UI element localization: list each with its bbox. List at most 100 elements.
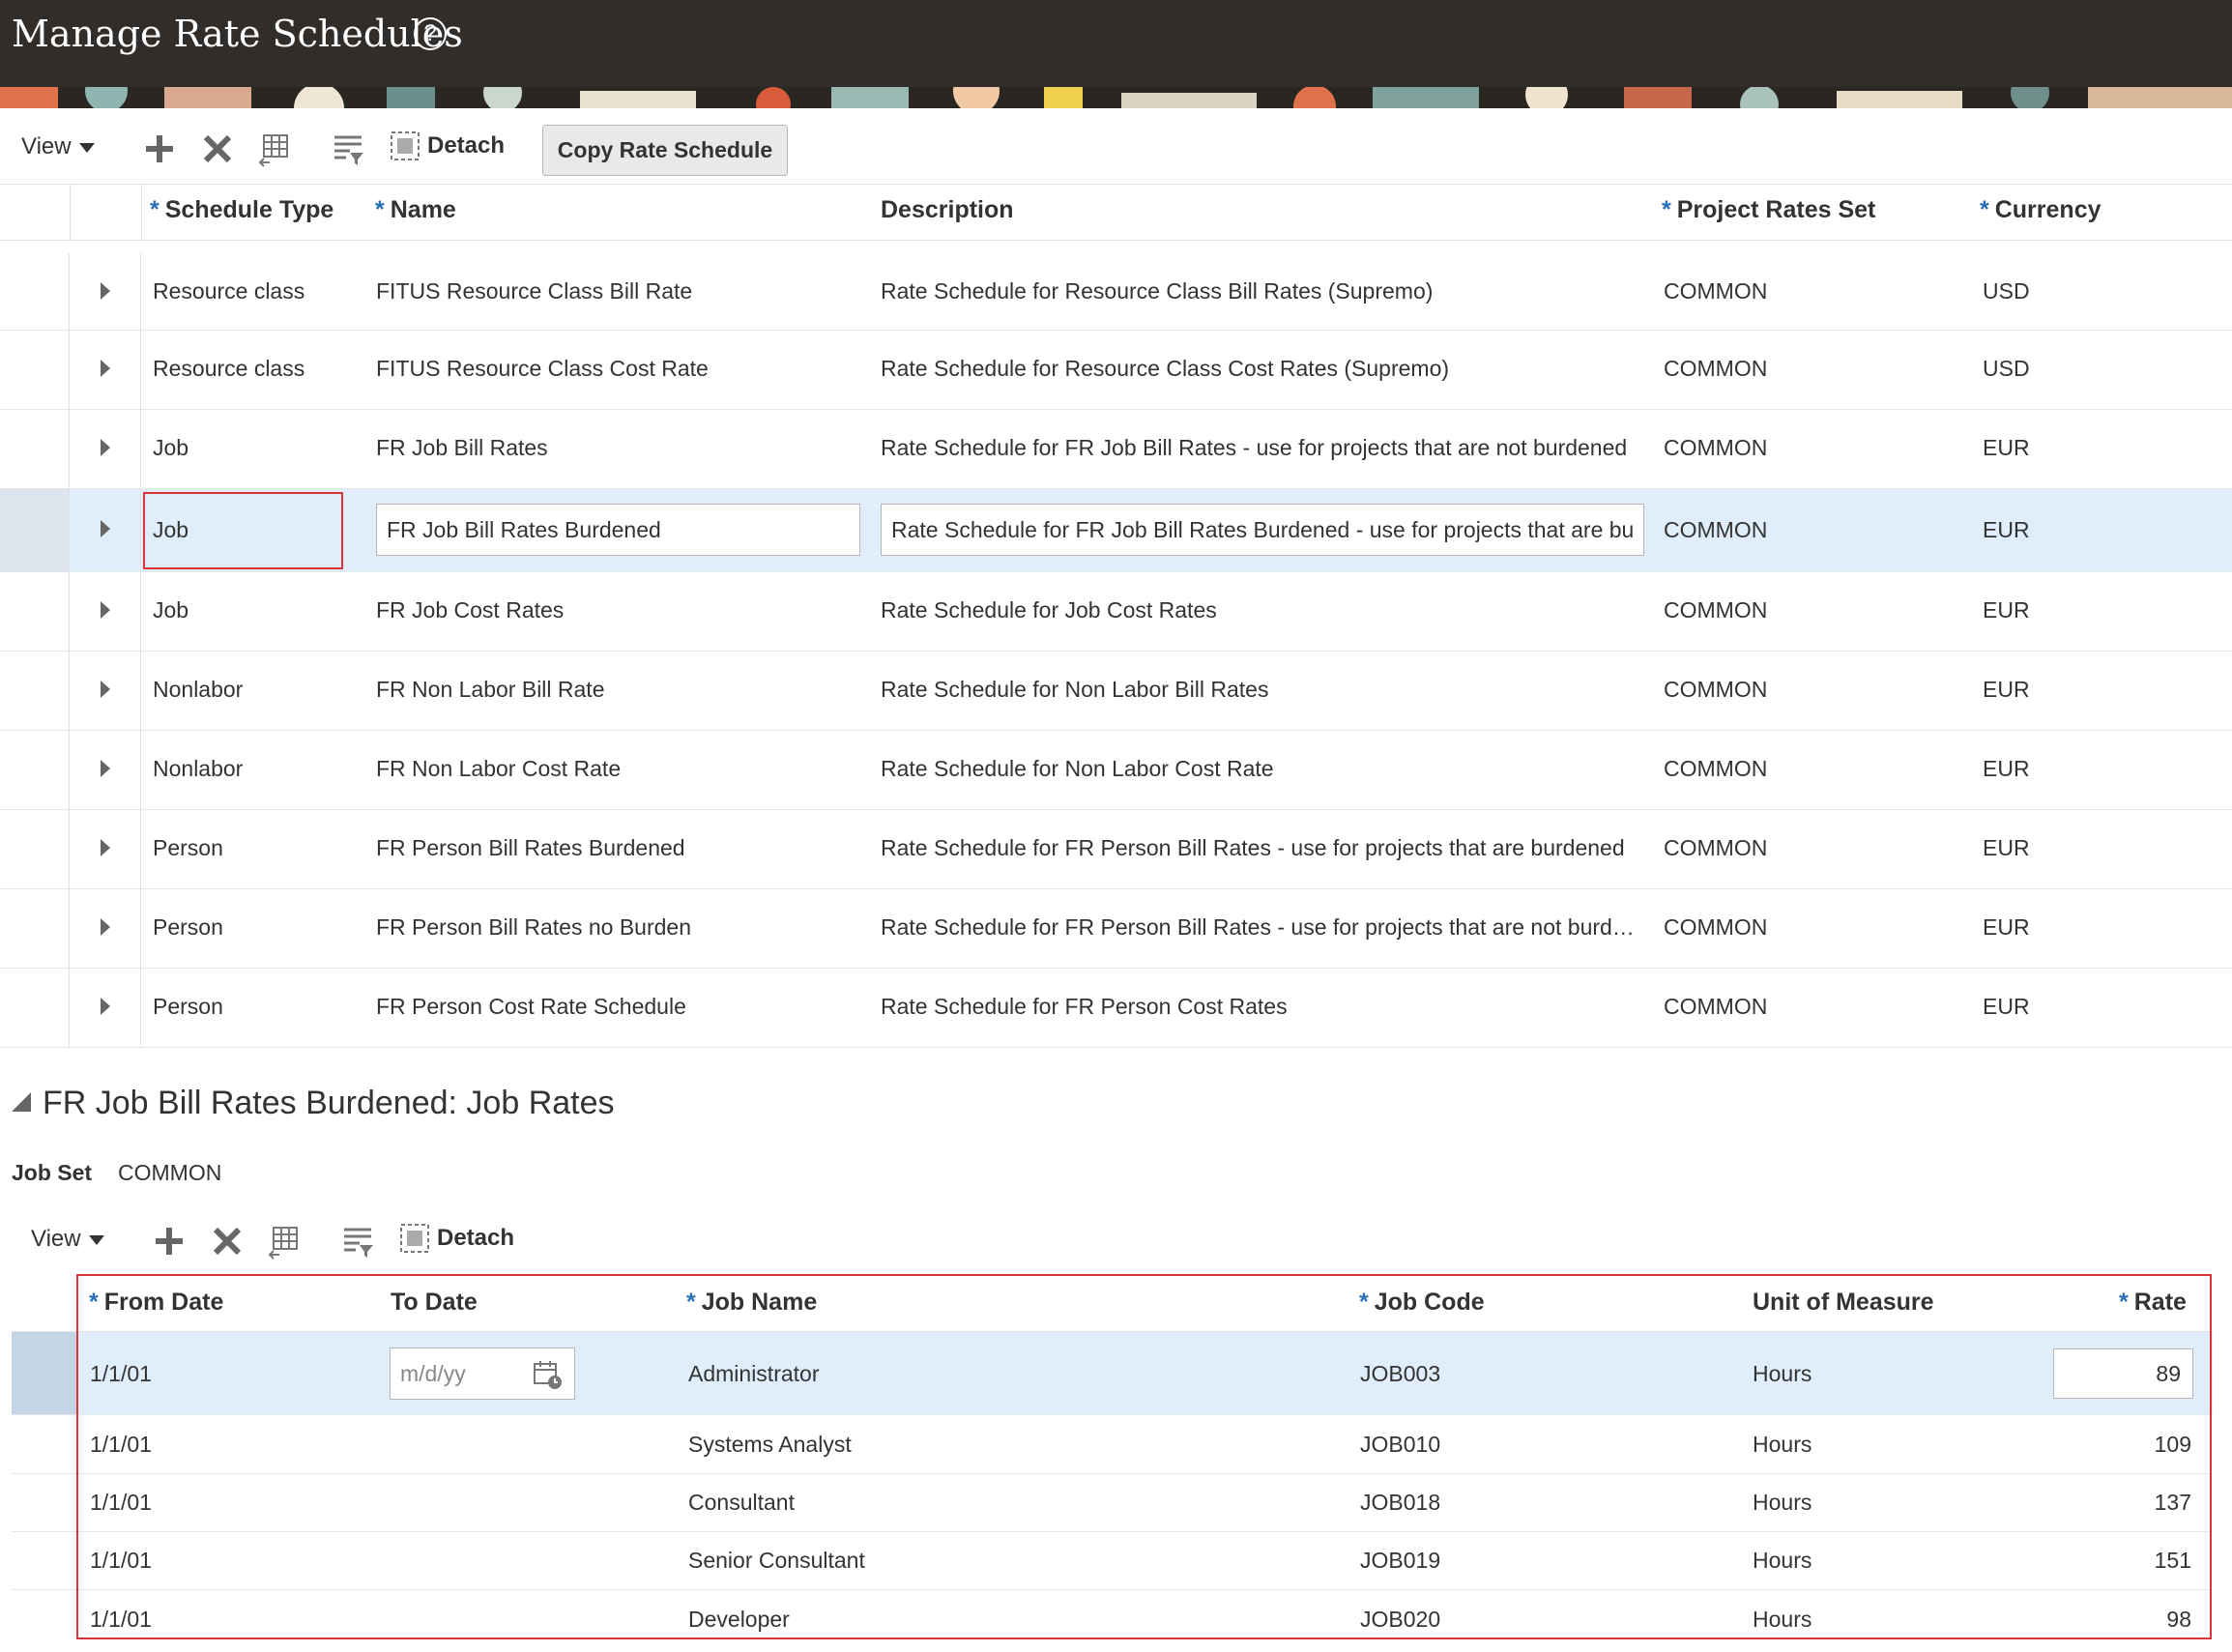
expand-row-icon[interactable] <box>101 439 110 456</box>
name-input[interactable]: FR Job Bill Rates Burdened <box>376 504 860 556</box>
expand-row-icon[interactable] <box>101 601 110 619</box>
currency-cell: EUR <box>1983 756 2030 781</box>
currency-cell: EUR <box>1983 677 2030 702</box>
job-rates-toolbar: View Detach <box>0 1214 2232 1268</box>
detach-button[interactable]: Detach <box>389 130 505 168</box>
currency-cell: EUR <box>1983 435 2030 460</box>
table-row[interactable]: Job FR Job Bill Rates Rate Schedule for … <box>0 410 2232 489</box>
collapse-triangle-icon[interactable] <box>12 1092 31 1112</box>
header-banner-decoration <box>0 87 2232 108</box>
column-header-project-rates-set[interactable]: * Project Rates Set <box>1662 196 1875 224</box>
rates-set-cell: COMMON <box>1664 278 1768 304</box>
description-cell: Rate Schedule for Job Cost Rates <box>881 597 1217 623</box>
schedule-type-cell: Job <box>153 597 189 623</box>
rates-set-cell: COMMON <box>1664 356 1768 381</box>
expand-row-icon[interactable] <box>101 839 110 856</box>
job-rates-section-header[interactable]: FR Job Bill Rates Burdened: Job Rates <box>12 1085 615 1122</box>
description-input[interactable]: Rate Schedule for FR Job Bill Rates Burd… <box>881 504 1644 556</box>
currency-cell: USD <box>1983 278 2030 304</box>
table-row[interactable]: Job FR Job Cost Rates Rate Schedule for … <box>0 572 2232 652</box>
add-icon[interactable] <box>150 1222 188 1261</box>
job-set-label: Job Set <box>12 1160 93 1185</box>
name-cell: FR Non Labor Bill Rate <box>376 677 605 702</box>
chevron-down-icon <box>78 142 95 153</box>
expand-row-icon[interactable] <box>101 520 110 537</box>
schedule-type-cell: Resource class <box>153 278 305 304</box>
schedule-type-cell: Job <box>153 435 189 460</box>
table-row[interactable]: Person FR Person Bill Rates Burdened Rat… <box>0 810 2232 889</box>
rates-set-cell: COMMON <box>1664 597 1768 623</box>
name-cell: FR Person Cost Rate Schedule <box>376 994 686 1019</box>
column-header-schedule-type[interactable]: * Schedule Type <box>150 196 333 224</box>
name-cell: FR Job Cost Rates <box>376 597 565 623</box>
table-row[interactable]: Resource class FITUS Resource Class Bill… <box>0 253 2232 331</box>
rates-set-cell: COMMON <box>1664 435 1768 460</box>
rates-set-cell: COMMON <box>1664 756 1768 781</box>
delete-icon[interactable] <box>198 130 237 168</box>
column-header-currency[interactable]: * Currency <box>1980 196 2102 224</box>
rates-set-cell: COMMON <box>1664 677 1768 702</box>
detach-icon <box>400 1224 429 1253</box>
detach-button[interactable]: Detach <box>398 1222 514 1261</box>
schedule-type-cell: Person <box>153 835 223 860</box>
schedule-type-cell: Nonlabor <box>153 677 244 702</box>
schedule-type-cell: Nonlabor <box>153 756 244 781</box>
top-toolbar: View Detach <box>0 122 2232 176</box>
currency-cell: EUR <box>1983 914 2030 940</box>
expand-row-icon[interactable] <box>101 760 110 777</box>
expand-row-icon[interactable] <box>101 282 110 300</box>
description-cell: Rate Schedule for FR Person Bill Rates -… <box>881 914 1635 940</box>
table-row[interactable]: Nonlabor FR Non Labor Bill Rate Rate Sch… <box>0 652 2232 731</box>
description-cell: Rate Schedule for FR Person Cost Rates <box>881 994 1288 1019</box>
freeze-columns-icon[interactable] <box>266 1222 304 1261</box>
name-cell: FR Non Labor Cost Rate <box>376 756 622 781</box>
expand-row-icon[interactable] <box>101 681 110 698</box>
schedule-type-cell: Resource class <box>153 356 305 381</box>
column-header-name[interactable]: * Name <box>375 196 456 224</box>
currency-cell: EUR <box>1983 517 2030 542</box>
description-cell: Rate Schedule for Non Labor Bill Rates <box>881 677 1269 702</box>
section-title: FR Job Bill Rates Burdened: Job Rates <box>43 1085 615 1121</box>
job-rates-table-highlight <box>76 1274 2212 1639</box>
rates-set-cell: COMMON <box>1664 914 1768 940</box>
expand-row-icon[interactable] <box>101 360 110 377</box>
name-cell: FR Job Bill Rates <box>376 435 548 460</box>
query-by-example-icon[interactable] <box>329 130 367 168</box>
freeze-columns-icon[interactable] <box>256 130 295 168</box>
currency-cell: EUR <box>1983 994 2030 1019</box>
view-menu[interactable]: View <box>31 1226 104 1253</box>
page-header: Manage Rate Schedules ? <box>0 0 2232 87</box>
detach-icon <box>391 131 420 160</box>
table-row[interactable]: Resource class FITUS Resource Class Cost… <box>0 331 2232 410</box>
table-row[interactable]: Nonlabor FR Non Labor Cost Rate Rate Sch… <box>0 731 2232 810</box>
focus-highlight-box <box>143 492 343 569</box>
name-cell: FR Person Bill Rates Burdened <box>376 835 685 860</box>
expand-row-icon[interactable] <box>101 918 110 936</box>
rates-set-cell: COMMON <box>1664 835 1768 860</box>
chevron-down-icon <box>88 1234 104 1245</box>
description-cell: Rate Schedule for Resource Class Cost Ra… <box>881 356 1450 381</box>
rates-set-cell: COMMON <box>1664 517 1768 542</box>
column-header-description[interactable]: Description <box>881 196 1014 224</box>
table-row[interactable]: Person FR Person Bill Rates no Burden Ra… <box>0 889 2232 969</box>
help-icon[interactable]: ? <box>414 17 447 50</box>
query-by-example-icon[interactable] <box>338 1222 377 1261</box>
name-cell: FR Person Bill Rates no Burden <box>376 914 691 940</box>
job-set-value: COMMON <box>118 1160 222 1185</box>
currency-cell: EUR <box>1983 835 2030 860</box>
expand-row-icon[interactable] <box>101 998 110 1015</box>
table-header-row: * Schedule Type * Name Description * Projec… <box>0 184 2232 241</box>
currency-cell: EUR <box>1983 597 2030 623</box>
copy-rate-schedule-button[interactable]: Copy Rate Schedule <box>542 125 788 176</box>
name-cell: FITUS Resource Class Bill Rate <box>376 278 693 304</box>
delete-icon[interactable] <box>208 1222 246 1261</box>
view-menu[interactable]: View <box>21 133 95 160</box>
description-cell: Rate Schedule for FR Job Bill Rates - us… <box>881 435 1628 460</box>
schedule-type-cell: Person <box>153 994 223 1019</box>
description-cell: Rate Schedule for Non Labor Cost Rate <box>881 756 1274 781</box>
schedule-type-cell: Person <box>153 914 223 940</box>
description-cell: Rate Schedule for Resource Class Bill Ra… <box>881 278 1434 304</box>
add-icon[interactable] <box>140 130 179 168</box>
page-title: Manage Rate Schedules <box>12 13 463 55</box>
table-row[interactable]: Person FR Person Cost Rate Schedule Rate… <box>0 969 2232 1048</box>
